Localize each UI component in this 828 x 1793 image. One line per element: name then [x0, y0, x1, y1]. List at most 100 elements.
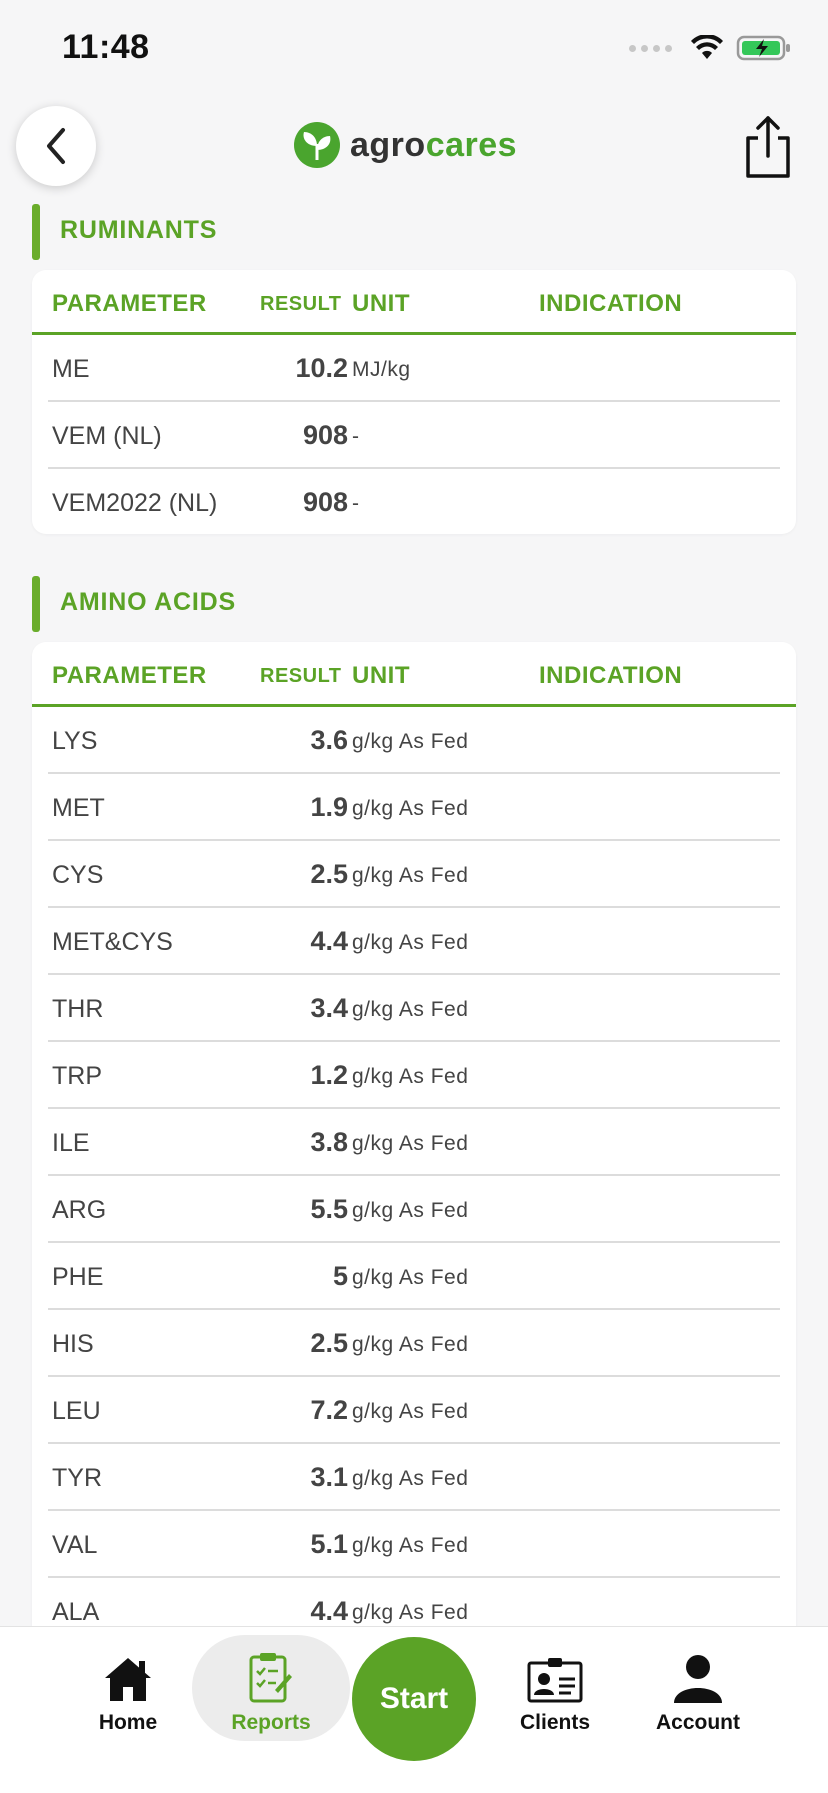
report-content[interactable]: RUMINANTS PARAMETER RESULT UNIT INDICATI… — [0, 196, 828, 1626]
column-header-parameter: PARAMETER — [52, 662, 207, 689]
leaf-logo-icon — [294, 122, 340, 168]
agrocares-logo: agrocares — [292, 120, 517, 170]
table-row: ILE 3.8 g/kg As Fed — [48, 1109, 780, 1176]
cell-parameter: VAL — [52, 1531, 98, 1559]
table-row: MET 1.9 g/kg As Fed — [48, 774, 780, 841]
cell-unit: MJ/kg — [352, 358, 411, 381]
brand-part-cares: cares — [425, 125, 518, 164]
client-card-icon — [527, 1658, 583, 1703]
cell-unit: g/kg As Fed — [352, 1199, 469, 1222]
tab-label: Home — [98, 1711, 158, 1734]
cell-parameter: VEM (NL) — [52, 422, 162, 450]
column-header-indication: INDICATION — [539, 290, 683, 317]
section-accent-bar — [32, 204, 40, 260]
table-row: CYS 2.5 g/kg As Fed — [48, 841, 780, 908]
home-icon — [105, 1658, 151, 1701]
brand-name: agrocares — [350, 126, 517, 165]
tab-home[interactable]: Home — [63, 1647, 193, 1735]
cell-unit: g/kg As Fed — [352, 1132, 469, 1155]
cell-parameter: CYS — [52, 861, 104, 889]
amino-acids-table: PARAMETER RESULT UNIT INDICATION LYS 3.6 g… — [32, 642, 796, 1626]
cell-parameter: VEM2022 (NL) — [52, 489, 218, 517]
cell-result: 908 — [302, 420, 348, 450]
cell-parameter: ARG — [52, 1196, 107, 1224]
app-header: agrocares — [0, 100, 828, 196]
column-header-unit: UNIT — [352, 662, 410, 689]
cell-unit: g/kg As Fed — [352, 1400, 469, 1423]
cell-result: 1.2 — [310, 1060, 348, 1090]
wifi-icon — [691, 35, 723, 59]
cell-result: 10.2 — [295, 353, 348, 383]
cell-parameter: ME — [52, 355, 90, 383]
status-icons — [629, 34, 792, 62]
start-button[interactable]: Start — [352, 1637, 476, 1761]
cell-result: 5 — [332, 1261, 348, 1291]
table-row: VEM (NL) 908- — [48, 402, 780, 469]
cell-result: 3.8 — [310, 1127, 348, 1157]
cell-unit: - — [352, 425, 360, 448]
battery-charging-icon — [736, 35, 790, 61]
cell-unit: g/kg As Fed — [352, 1266, 469, 1289]
section-accent-bar — [32, 576, 40, 632]
cell-unit: g/kg As Fed — [352, 1333, 469, 1356]
cell-parameter: HIS — [52, 1330, 94, 1358]
column-header-unit: UNIT — [352, 290, 410, 317]
share-button[interactable] — [740, 114, 796, 180]
table-header: PARAMETER RESULT UNIT INDICATION — [32, 270, 796, 335]
cell-parameter: LEU — [52, 1397, 101, 1425]
cell-parameter: TRP — [52, 1062, 102, 1090]
user-icon — [674, 1655, 722, 1703]
table-row: LEU 7.2 g/kg As Fed — [48, 1377, 780, 1444]
back-button[interactable] — [16, 106, 96, 186]
ruminants-table: PARAMETER RESULT UNIT INDICATION ME 10.2 M… — [32, 270, 796, 534]
cell-unit: - — [352, 492, 360, 515]
cell-unit: g/kg As Fed — [352, 1601, 469, 1624]
cell-result: 908 — [302, 487, 348, 517]
status-bar: 11:48 — [0, 0, 828, 100]
cell-parameter: MET — [52, 794, 105, 822]
cell-parameter: TYR — [52, 1464, 102, 1492]
section-header-ruminants: RUMINANTS — [0, 196, 828, 260]
table-row: LYS 3.6 g/kg As Fed — [48, 707, 780, 774]
cell-result: 7.2 — [310, 1395, 348, 1425]
section-title: RUMINANTS — [60, 216, 218, 244]
tab-account[interactable]: Account — [633, 1647, 763, 1735]
cell-unit: g/kg As Fed — [352, 1065, 469, 1088]
table-row: THR 3.4 g/kg As Fed — [48, 975, 780, 1042]
tab-reports[interactable]: Reports — [206, 1647, 336, 1735]
cell-unit: g/kg As Fed — [352, 797, 469, 820]
cell-result: 2.5 — [310, 859, 348, 889]
status-time: 11:48 — [62, 28, 150, 66]
cell-unit: g/kg As Fed — [352, 1534, 469, 1557]
table-row: MET&CYS 4.4 g/kg As Fed — [48, 908, 780, 975]
table-row: HIS 2.5 g/kg As Fed — [48, 1310, 780, 1377]
table-row: VAL 5.1 g/kg As Fed — [48, 1511, 780, 1578]
column-header-indication: INDICATION — [539, 662, 683, 689]
tab-label: Clients — [519, 1711, 590, 1734]
section-header-amino-acids: AMINO ACIDS — [0, 568, 828, 632]
cell-result: 3.1 — [310, 1462, 348, 1492]
cell-parameter: ALA — [52, 1598, 100, 1626]
tab-label: Reports — [231, 1711, 311, 1734]
cell-result: 2.5 — [310, 1328, 348, 1358]
cell-unit: g/kg As Fed — [352, 1467, 469, 1490]
cell-unit: g/kg As Fed — [352, 864, 469, 887]
cell-parameter: MET&CYS — [52, 928, 173, 956]
table-row: PHE 5 g/kg As Fed — [48, 1243, 780, 1310]
table-row: TYR 3.1 g/kg As Fed — [48, 1444, 780, 1511]
share-icon — [746, 116, 790, 178]
cell-parameter: LYS — [52, 727, 98, 755]
tab-clients[interactable]: Clients — [490, 1647, 620, 1735]
table-row: VEM2022 (NL) 908- — [48, 469, 780, 534]
cell-parameter: ILE — [52, 1129, 90, 1157]
cell-result: 4.4 — [310, 926, 348, 956]
column-header-result: RESULT — [260, 293, 342, 315]
cell-result: 5.5 — [310, 1194, 348, 1224]
table-row: ALA 4.4 g/kg As Fed — [48, 1578, 780, 1626]
cell-result: 5.1 — [310, 1529, 348, 1559]
table-header: PARAMETER RESULT UNIT INDICATION — [32, 642, 796, 707]
column-header-parameter: PARAMETER — [52, 290, 207, 317]
cell-result: 3.6 — [310, 725, 348, 755]
cell-result: 3.4 — [310, 993, 348, 1023]
table-row: ARG 5.5 g/kg As Fed — [48, 1176, 780, 1243]
